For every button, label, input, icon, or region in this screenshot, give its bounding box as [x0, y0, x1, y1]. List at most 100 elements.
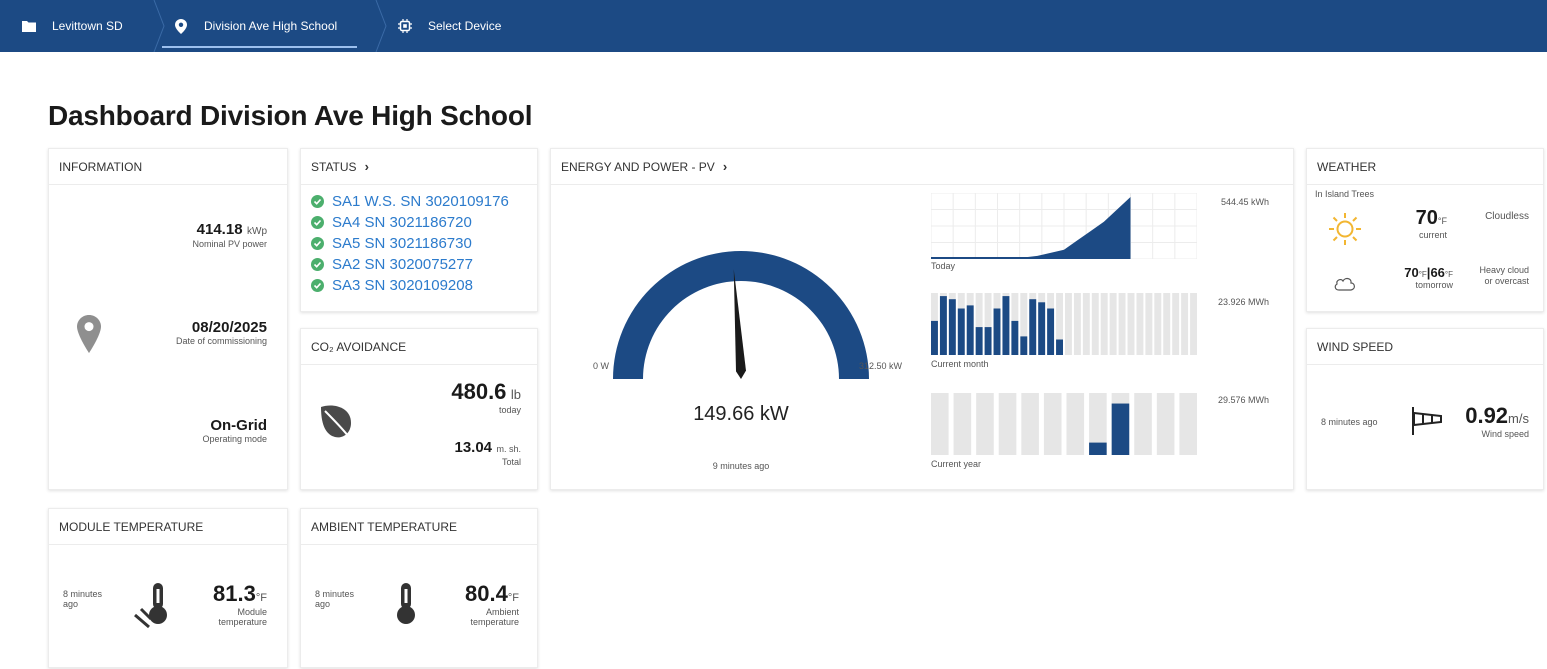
bar-background — [1073, 293, 1081, 355]
wind-updated-time: 8 minutes ago — [1321, 417, 1378, 427]
bar-background — [1172, 293, 1180, 355]
status-title: STATUS — [311, 159, 357, 174]
bar-background — [1109, 293, 1117, 355]
breadcrumb-label: Select Device — [428, 19, 502, 33]
bar[interactable] — [1011, 320, 1019, 355]
status-item[interactable]: SA1 W.S. SN 3020109176 — [311, 191, 537, 212]
year-label: Current year — [931, 459, 982, 469]
tomorrow-high: 70 — [1404, 265, 1419, 280]
bar[interactable] — [975, 327, 983, 355]
ambient-thermometer-icon — [393, 581, 419, 634]
bar-background — [1127, 293, 1135, 355]
weather-card: WEATHER In Island Trees 70°F current Clo… — [1306, 148, 1544, 312]
month-total: 23.926 MWh — [1217, 297, 1269, 307]
device-icon — [396, 17, 414, 35]
check-circle-icon — [311, 279, 324, 292]
energy-power-card: ENERGY AND POWER - PV › 0 W 312.50 kW 149… — [550, 148, 1294, 490]
ambient-temp-updated-line1: 8 minutes — [315, 589, 355, 599]
bar-background — [1100, 293, 1108, 355]
month-label: Current month — [931, 359, 989, 369]
bar[interactable] — [1002, 296, 1010, 355]
energy-header[interactable]: ENERGY AND POWER - PV › — [551, 149, 1293, 185]
co2-total-block: 13.04 m. sh. Total — [454, 439, 521, 467]
breadcrumb-division-ave[interactable]: Division Ave High School — [161, 0, 358, 52]
bar-background — [1145, 293, 1153, 355]
status-item-label: SA2 SN 3020075277 — [332, 256, 473, 273]
status-item[interactable]: SA5 SN 3021186730 — [311, 233, 537, 254]
bar[interactable] — [993, 308, 1001, 356]
co2-total-label: Total — [501, 457, 521, 467]
power-gauge — [613, 251, 869, 379]
power-updated-time: 9 minutes ago — [712, 461, 770, 471]
bar-background — [1181, 293, 1189, 355]
wind-speed-card: WIND SPEED 8 minutes ago 0.92m/s Wind sp… — [1306, 328, 1544, 490]
module-temp-value-block: 81.3°F Module temperature — [213, 581, 267, 627]
bar-background — [1021, 393, 1039, 455]
page-title: Dashboard Division Ave High School — [48, 100, 533, 131]
bar-background — [1163, 293, 1171, 355]
bar[interactable] — [1047, 308, 1055, 356]
tomorrow-condition-line1: Heavy cloud — [1479, 265, 1529, 275]
weather-location: In Island Trees — [1315, 189, 1375, 199]
wind-value: 0.92 — [1465, 403, 1509, 428]
chevron-right-icon: › — [722, 159, 728, 174]
bar[interactable] — [931, 320, 938, 355]
breadcrumb-levittown[interactable]: Levittown SD — [20, 0, 123, 52]
bar[interactable] — [939, 296, 947, 355]
operating-mode-value: On-Grid — [210, 417, 267, 434]
breadcrumb-label: Levittown SD — [52, 19, 123, 33]
module-temp-updated-line2: ago — [63, 599, 79, 609]
tomorrow-condition: Heavy cloud or overcast — [1479, 265, 1529, 287]
commission-date: 08/20/2025 — [191, 319, 267, 336]
today-total: 544.45 kWh — [1220, 197, 1269, 207]
bar[interactable] — [1111, 403, 1130, 455]
bar-background — [1091, 293, 1099, 355]
tomorrow-condition-line2: or overcast — [1484, 276, 1529, 286]
check-circle-icon — [311, 258, 324, 271]
bar[interactable] — [948, 299, 956, 355]
bar[interactable] — [984, 327, 992, 355]
wind-header: WIND SPEED — [1307, 329, 1543, 365]
current-condition: Cloudless — [1485, 211, 1529, 222]
ambient-temp-label-line1: Ambient — [485, 607, 519, 617]
operating-mode-label: Operating mode — [202, 434, 267, 444]
status-item-label: SA5 SN 3021186730 — [332, 235, 472, 252]
co2-total-value: 13.04 — [454, 439, 493, 456]
co2-today-value: 480.6 — [451, 379, 507, 404]
gauge-needle — [733, 269, 746, 379]
year-energy-chart — [931, 393, 1197, 455]
breadcrumb-select-device[interactable]: Select Device — [396, 0, 501, 52]
module-temperature-card: MODULE TEMPERATURE 8 minutes ago 81.3°F … — [48, 508, 288, 668]
bar[interactable] — [1038, 302, 1046, 355]
tomorrow-label: tomorrow — [1415, 280, 1453, 290]
bar-background — [1190, 293, 1197, 355]
ambient-temp-updated: 8 minutes ago — [315, 589, 354, 609]
bar[interactable] — [966, 305, 974, 355]
co2-today-unit: lb — [510, 387, 521, 402]
bar-background — [931, 393, 949, 455]
ambient-temp-label-line2: temperature — [470, 617, 519, 627]
bar-background — [976, 393, 994, 455]
status-item-label: SA4 SN 3021186720 — [332, 214, 472, 231]
status-header[interactable]: STATUS › — [301, 149, 537, 185]
bar[interactable] — [957, 308, 965, 356]
module-temp-updated: 8 minutes ago — [63, 589, 102, 609]
ambient-temp-value-block: 80.4°F Ambient temperature — [465, 581, 519, 627]
information-card: INFORMATION 414.18 kWp Nominal PV power … — [48, 148, 288, 490]
information-header: INFORMATION — [49, 149, 287, 185]
bar[interactable] — [1056, 339, 1063, 356]
bar[interactable] — [1089, 442, 1107, 455]
bar-background — [1136, 293, 1144, 355]
breadcrumb-separator — [153, 0, 165, 52]
module-thermometer-icon — [133, 581, 173, 634]
current-label: current — [1418, 230, 1447, 240]
gauge-min-label: 0 W — [593, 361, 610, 371]
status-item[interactable]: SA4 SN 3021186720 — [311, 212, 537, 233]
ambient-temp-header: AMBIENT TEMPERATURE — [301, 509, 537, 545]
current-temp-unit: °F — [1437, 216, 1447, 226]
status-item[interactable]: SA3 SN 3020109208 — [311, 275, 537, 296]
status-card: STATUS › SA1 W.S. SN 3020109176 SA4 SN 30… — [300, 148, 538, 312]
status-item[interactable]: SA2 SN 3020075277 — [311, 254, 537, 275]
bar[interactable] — [1020, 336, 1028, 355]
bar[interactable] — [1029, 299, 1037, 355]
